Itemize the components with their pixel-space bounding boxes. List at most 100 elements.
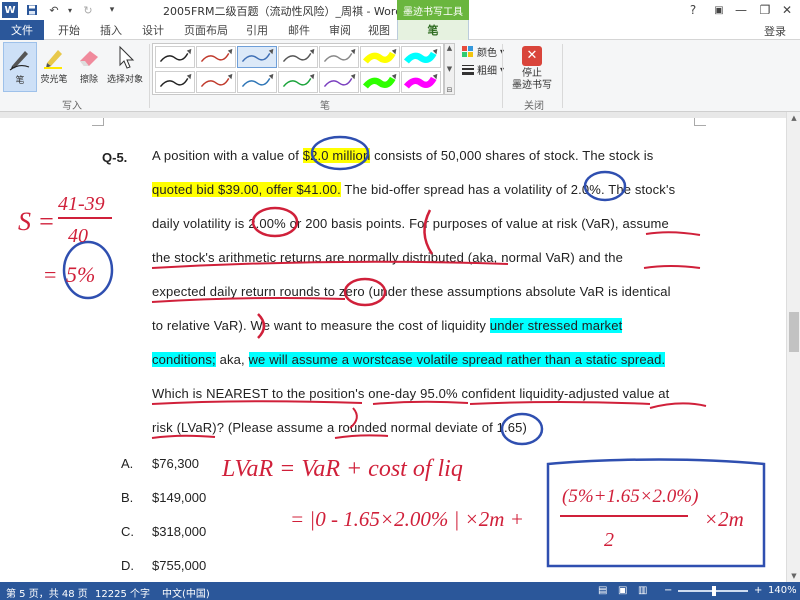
web-layout-icon[interactable]: ▥ <box>638 585 647 596</box>
text-segment: A position with a value of <box>152 148 303 163</box>
question-text-line: daily volatility is 2.00% or 200 basis p… <box>152 216 669 231</box>
ink-tools-context-header: 墨迹书写工具 <box>397 0 469 20</box>
close-button[interactable]: ✕ <box>776 1 798 19</box>
pen-thickness-dropdown[interactable]: 粗细▾ <box>462 62 504 77</box>
print-layout-icon[interactable]: ▣ <box>618 585 627 596</box>
word-logo-icon: W <box>2 2 18 18</box>
gallery-more-icon[interactable]: ⊟ <box>447 86 453 94</box>
select-objects-button[interactable]: 选择对象 <box>104 42 146 92</box>
pen-style-swatch[interactable] <box>360 46 400 68</box>
tab-references[interactable]: 引用 <box>240 20 274 40</box>
zoom-out-button[interactable]: − <box>664 585 672 596</box>
yellow-highlight-text: $2.0 million <box>302 148 371 163</box>
text-segment: daily volatility is 2.00% or 200 basis p… <box>152 216 669 231</box>
customize-quick-access-icon[interactable]: ▾ <box>104 2 120 18</box>
zoom-in-button[interactable]: + <box>754 585 762 596</box>
scroll-thumb[interactable] <box>789 312 799 352</box>
ink-equals: = <box>44 262 56 287</box>
pen-style-swatch[interactable] <box>196 71 236 93</box>
zoom-level[interactable]: 140% <box>768 585 797 596</box>
tab-pen[interactable]: 笔 <box>397 20 469 40</box>
pen-stroke-icon <box>323 73 356 88</box>
text-segment: risk (LVaR)? (Please assume a rounded no… <box>152 420 528 435</box>
eraser-icon <box>74 42 104 72</box>
gallery-scrollbar[interactable]: ▲ ▼ ⊟ <box>444 43 455 95</box>
tab-design[interactable]: 设计 <box>136 20 170 40</box>
ribbon-separator <box>562 44 563 108</box>
language-indicator[interactable]: 中文(中国) <box>162 585 210 600</box>
group-label-pens: 笔 <box>320 101 330 112</box>
pen-stroke-icon <box>362 48 397 64</box>
eraser-tool-button[interactable]: 擦除 <box>72 42 106 92</box>
undo-dropdown-icon[interactable]: ▾ <box>62 2 78 18</box>
zoom-slider-handle[interactable] <box>712 586 716 596</box>
text-segment: aka, <box>215 352 249 367</box>
ribbon-separator <box>502 44 503 108</box>
pen-stroke-icon <box>282 48 315 63</box>
tab-view[interactable]: 视图 <box>362 20 396 40</box>
option-value: $149,000 <box>152 490 207 505</box>
stop-inking-button[interactable]: ✕ 停止 墨迹书写 <box>504 42 560 94</box>
question-text-line: to relative VaR). We want to measure the… <box>152 318 623 333</box>
pen-style-swatch[interactable] <box>237 46 277 68</box>
ribbon-display-options-icon[interactable]: ▣ <box>708 1 730 19</box>
tab-home[interactable]: 开始 <box>52 20 86 40</box>
pen-style-swatch[interactable] <box>278 46 318 68</box>
cyan-highlight-text: conditions; <box>152 352 216 367</box>
question-number: Q-5. <box>102 150 128 165</box>
vertical-scrollbar[interactable]: ▲ ▼ <box>786 112 800 582</box>
minimize-button[interactable]: — <box>730 1 752 19</box>
scroll-down-icon[interactable]: ▼ <box>787 570 800 582</box>
pen-style-swatch[interactable] <box>196 46 236 68</box>
pen-stroke-icon <box>200 73 233 88</box>
ink-result: 5% <box>66 262 95 287</box>
question-text-line: the stock's arithmetic returns are norma… <box>152 250 623 265</box>
word-count[interactable]: 12225 个字 <box>95 585 150 600</box>
tab-insert[interactable]: 插入 <box>94 20 128 40</box>
ribbon-tab-bar: 文件 开始 插入 设计 页面布局 引用 邮件 审阅 视图 笔 登录 <box>0 20 800 40</box>
pen-style-swatch[interactable] <box>401 46 441 68</box>
option-value: $318,000 <box>152 524 207 539</box>
question-text-line: A position with a value of $2.0 million … <box>152 148 653 163</box>
status-bar: 第 5 页，共 48 页 12225 个字 中文(中国) ▤ ▣ ▥ − + 1… <box>0 582 800 600</box>
restore-button[interactable]: ❐ <box>754 1 776 19</box>
pen-style-gallery[interactable] <box>152 43 444 95</box>
ink-formula-numerator: (5%+1.65×2.0%) <box>562 486 698 507</box>
ink-underline <box>645 231 701 236</box>
redo-icon[interactable]: ↻ <box>80 2 96 18</box>
tab-review[interactable]: 审阅 <box>323 20 357 40</box>
scroll-up-icon[interactable]: ▲ <box>787 112 800 124</box>
pen-thickness-label: 粗细 <box>477 66 497 77</box>
pen-color-dropdown[interactable]: 颜色▾ <box>462 44 504 59</box>
text-segment: to relative VaR). We want to measure the… <box>152 318 490 333</box>
gallery-up-icon[interactable]: ▲ <box>447 44 452 52</box>
ink-denominator: 40 <box>68 225 88 247</box>
pen-style-swatch[interactable] <box>155 71 195 93</box>
pen-stroke-icon <box>403 48 438 64</box>
tab-mailings[interactable]: 邮件 <box>282 20 316 40</box>
pen-style-swatch[interactable] <box>155 46 195 68</box>
question-text-line: risk (LVaR)? (Please assume a rounded no… <box>152 420 527 435</box>
save-icon[interactable] <box>24 2 40 18</box>
pen-style-swatch[interactable] <box>278 71 318 93</box>
pen-stroke-icon <box>403 73 438 89</box>
pen-tool-button[interactable]: 笔 <box>3 42 37 92</box>
highlighter-tool-button[interactable]: 荧光笔 <box>36 42 72 92</box>
read-mode-icon[interactable]: ▤ <box>598 585 607 596</box>
pen-style-swatch[interactable] <box>237 71 277 93</box>
document-canvas[interactable]: Q-5. A position with a value of $2.0 mil… <box>0 118 786 582</box>
ink-underline <box>469 401 651 405</box>
pen-style-swatch[interactable] <box>360 71 400 93</box>
undo-icon[interactable]: ↶ <box>46 2 62 18</box>
pen-style-swatch[interactable] <box>319 71 359 93</box>
tab-page-layout[interactable]: 页面布局 <box>178 20 234 40</box>
pen-style-swatch[interactable] <box>401 71 441 93</box>
help-button[interactable]: ? <box>682 1 704 19</box>
sign-in-link[interactable]: 登录 <box>764 23 786 39</box>
tab-file[interactable]: 文件 <box>0 20 44 40</box>
highlighter-icon <box>39 42 69 72</box>
page-counter[interactable]: 第 5 页，共 48 页 <box>6 585 88 600</box>
gallery-down-icon[interactable]: ▼ <box>447 65 452 73</box>
pen-icon <box>5 43 35 73</box>
pen-style-swatch[interactable] <box>319 46 359 68</box>
